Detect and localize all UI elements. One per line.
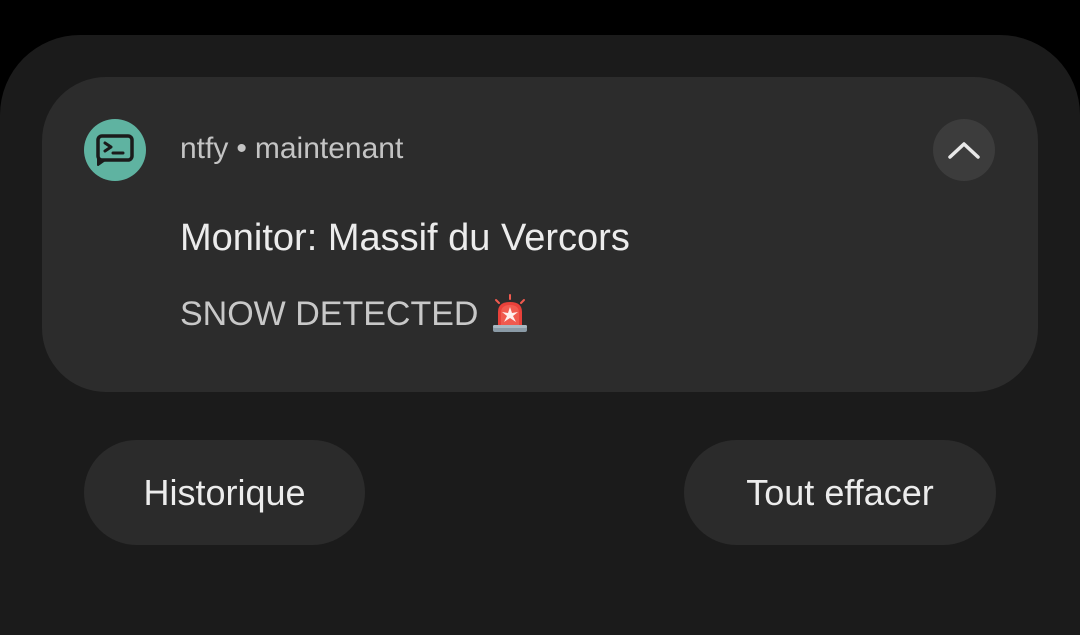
app-name: ntfy [180,132,229,165]
chevron-up-icon [948,142,980,159]
notification-message: SNOW DETECTED [180,295,479,333]
notification-card[interactable]: ntfy • maintenant Monitor: Massif du Verco… [42,77,1038,392]
collapse-button[interactable] [933,119,995,181]
notification-time: maintenant [254,132,404,165]
header-separator: • [236,132,247,165]
notification-title: Monitor: Massif du Vercors [180,217,630,259]
notification-header: ntfy • maintenant [180,131,403,167]
notification-body: SNOW DETECTED [180,292,530,336]
clear-all-button[interactable]: Tout effacer [684,440,996,545]
history-button[interactable]: Historique [84,440,365,545]
notification-shade: ntfy • maintenant Monitor: Massif du Verco… [0,35,1080,635]
police-car-light-icon [490,294,530,334]
terminal-icon [84,119,146,181]
